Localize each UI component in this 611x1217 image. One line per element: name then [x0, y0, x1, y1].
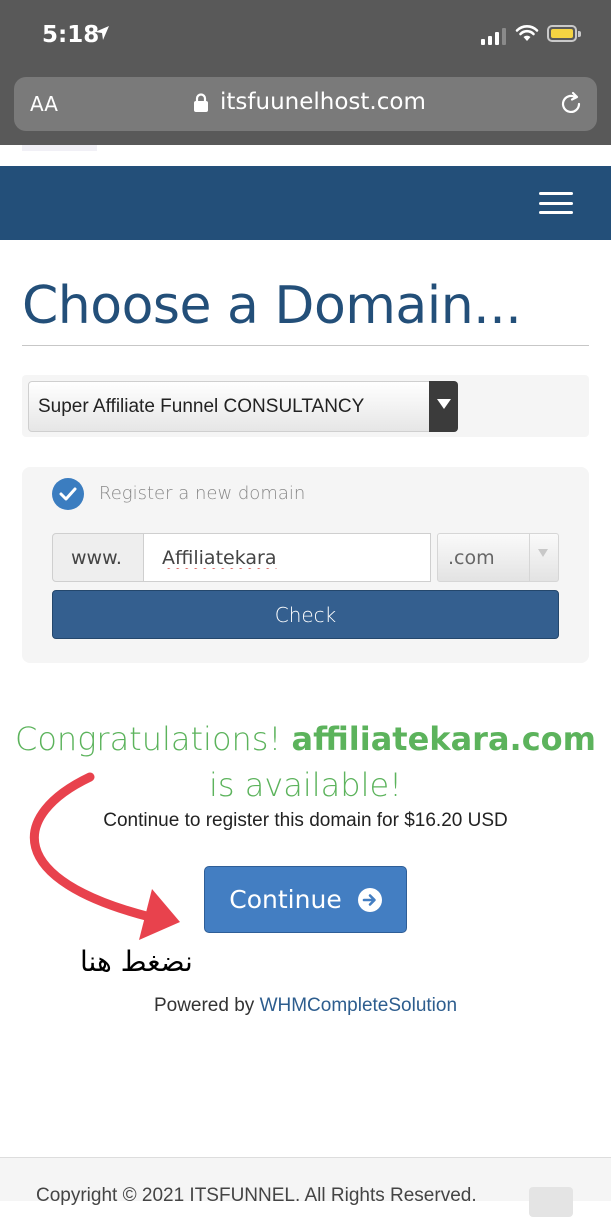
register-domain-radio[interactable]	[52, 478, 84, 510]
copyright-text: Copyright © 2021 ITSFUNNEL. All Rights R…	[36, 1185, 477, 1206]
register-domain-label[interactable]: Register a new domain	[99, 483, 305, 504]
check-button[interactable]: Check	[52, 590, 559, 639]
location-arrow-icon	[94, 25, 110, 46]
whmcs-link[interactable]: WHMCompleteSolution	[260, 995, 457, 1016]
tld-select-value[interactable]: .com	[448, 547, 495, 569]
congrats-suffix: is available!	[209, 766, 402, 804]
arrow-right-circle-icon	[357, 887, 382, 912]
lock-icon	[193, 93, 209, 118]
powered-by-prefix: Powered by	[153, 995, 255, 1016]
wifi-icon	[515, 24, 539, 47]
availability-message: Congratulations! affiliatekara.com is av…	[0, 716, 611, 808]
www-prefix: www.	[71, 547, 122, 569]
price-text: Continue to register this domain for $16…	[103, 810, 508, 831]
domain-name-input[interactable]	[143, 533, 431, 582]
continue-button[interactable]: Continue	[204, 866, 407, 933]
chevron-down-icon[interactable]	[429, 381, 458, 432]
available-domain: affiliatekara.com	[291, 720, 596, 758]
chevron-down-icon[interactable]	[529, 534, 559, 581]
title-divider	[22, 345, 589, 346]
continue-button-label: Continue	[229, 885, 342, 914]
tab-strip	[22, 145, 97, 151]
reload-icon[interactable]	[558, 91, 584, 122]
annotation-text: نضغط هنا	[80, 945, 193, 978]
site-header	[0, 166, 611, 240]
product-select-value[interactable]: Super Affiliate Funnel CONSULTANCY	[38, 396, 364, 418]
page-title: Choose a Domain...	[22, 276, 522, 336]
menu-icon[interactable]	[539, 192, 573, 214]
url-text[interactable]: itsfuunelhost.com	[220, 89, 426, 115]
battery-icon	[547, 25, 577, 42]
cellular-signal-icon	[481, 28, 506, 45]
back-to-top-button[interactable]	[529, 1187, 573, 1217]
battery-tip	[578, 31, 581, 37]
powered-by: Powered by WHMCompleteSolution	[0, 995, 611, 1017]
text-size-button[interactable]: AA	[30, 92, 58, 116]
congrats-prefix: Congratulations!	[15, 720, 282, 758]
status-time: 5:18	[42, 22, 100, 48]
